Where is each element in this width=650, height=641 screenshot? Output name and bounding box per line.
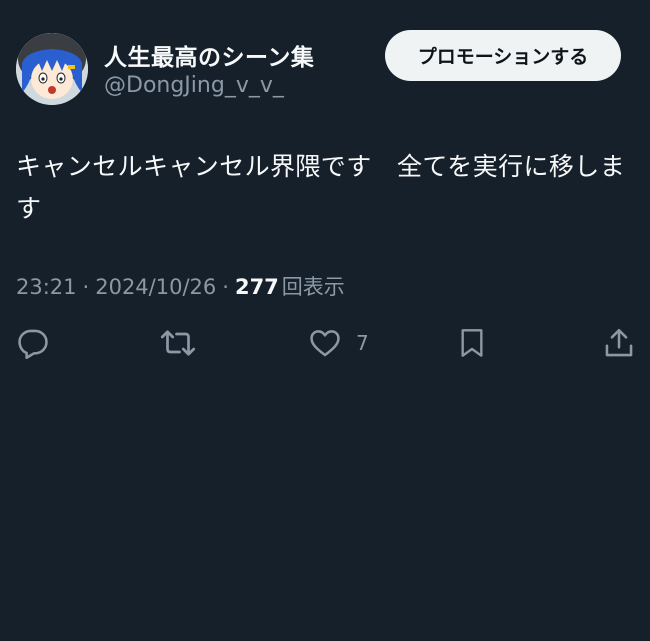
meta-separator-2: · bbox=[222, 275, 229, 299]
display-name[interactable]: 人生最高のシーン集 bbox=[104, 38, 314, 72]
user-handle[interactable]: @DongJing_v_v_ bbox=[104, 73, 284, 98]
tweet-time[interactable]: 23:21 bbox=[16, 275, 77, 299]
reply-button[interactable] bbox=[16, 325, 50, 361]
tweet-date[interactable]: 2024/10/26 bbox=[95, 275, 216, 299]
bookmark-icon bbox=[461, 329, 483, 357]
share-icon bbox=[605, 328, 633, 357]
bookmark-button[interactable] bbox=[456, 325, 488, 361]
like-count: 7 bbox=[356, 331, 369, 355]
views-count[interactable]: 277 bbox=[235, 275, 279, 299]
avatar-image bbox=[16, 33, 88, 105]
promote-button[interactable]: プロモーションする bbox=[385, 30, 621, 81]
share-button[interactable] bbox=[602, 325, 636, 361]
avatar[interactable] bbox=[16, 33, 88, 105]
tweet-text: キャンセルキャンセル界隈です 全てを実行に移します bbox=[16, 152, 626, 223]
like-button[interactable]: 7 bbox=[308, 325, 369, 361]
retweet-button[interactable] bbox=[160, 325, 196, 361]
tweet-meta: 23:21 · 2024/10/26 · 277 回表示 bbox=[16, 271, 345, 301]
reply-icon bbox=[18, 329, 48, 360]
views-label: 回表示 bbox=[281, 275, 345, 299]
meta-separator: · bbox=[82, 275, 90, 299]
retweet-icon bbox=[160, 330, 196, 356]
heart-icon bbox=[310, 330, 340, 357]
